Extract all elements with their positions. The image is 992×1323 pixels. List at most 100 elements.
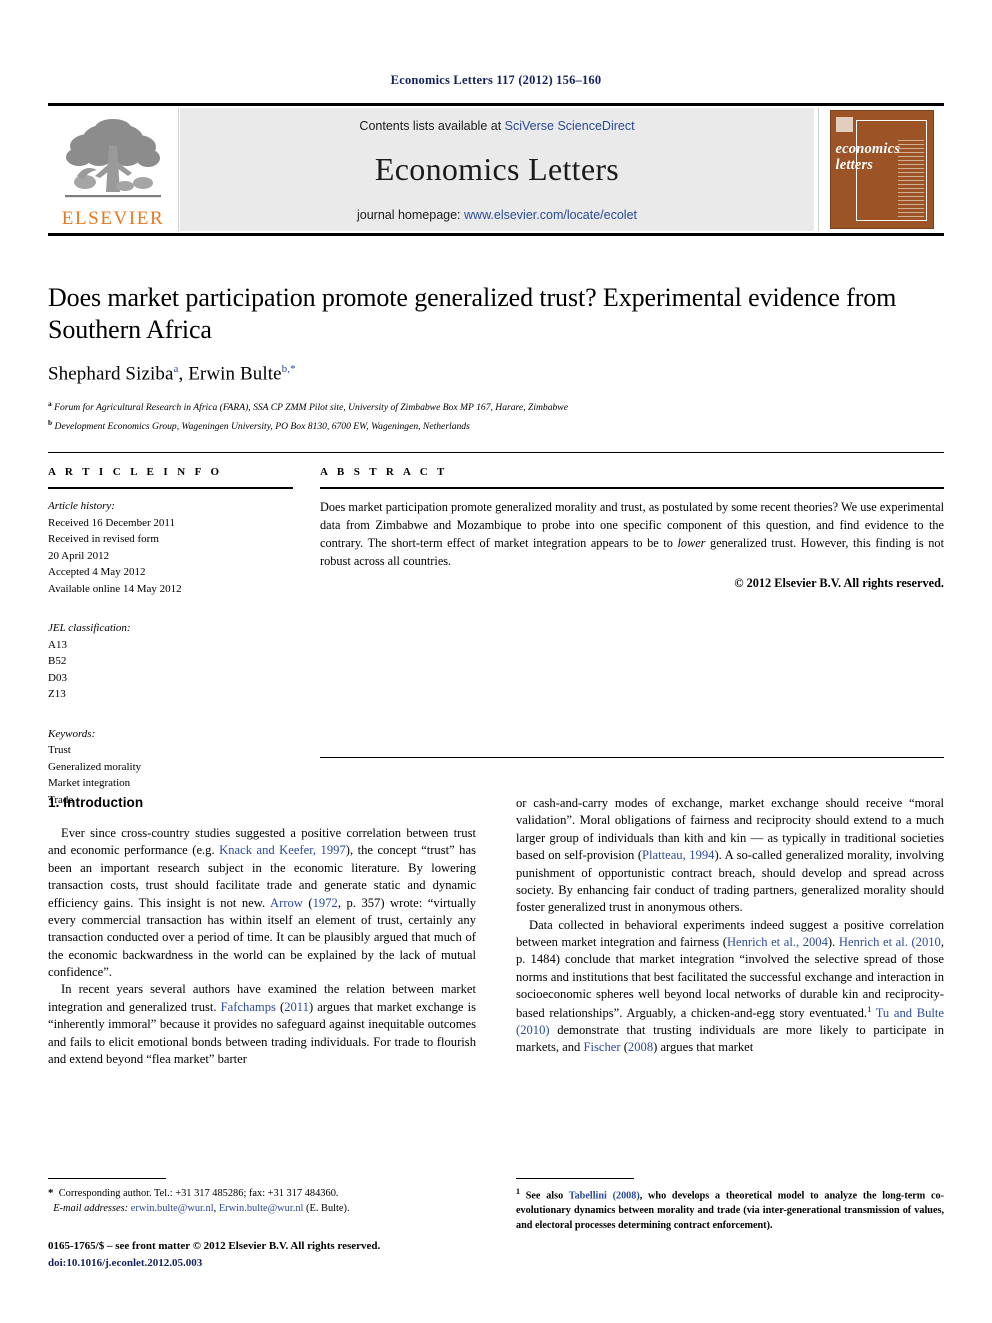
page-title: Does market participation promote genera… [48,283,897,344]
footnote-text: * Corresponding author. Tel.: +31 317 48… [48,1186,476,1217]
corresponding-author-text: Corresponding author. Tel.: +31 317 4852… [58,1188,339,1199]
footnote-1-text: 1 See also Tabellini (2008), who develop… [516,1186,944,1233]
journal-title: Economics Letters [374,150,620,187]
elsevier-tree-icon [65,119,161,198]
homepage-link[interactable]: www.elsevier.com/locate/ecolet [464,208,637,222]
imprint-block: 0165-1765/$ – see front matter © 2012 El… [48,1238,476,1271]
abstract-copyright: © 2012 Elsevier B.V. All rights reserved… [734,576,944,591]
jel-code: B52 [48,655,67,667]
text-segment: ). [827,935,839,949]
history-item: Accepted 4 May 2012 [48,566,146,578]
cover-publisher-badge [835,117,853,132]
article-info-heading: A R T I C L E I N F O [48,466,223,478]
article-info-rule [48,487,293,489]
text-segment: See also [520,1190,569,1202]
running-head: Economics Letters 117 (2012) 156–160 [390,73,602,87]
abstract-heading: A B S T R A C T [320,466,448,478]
email-suffix: (E. Bulte). [303,1202,350,1214]
affiliation-b-text: Development Economics Group, Wageningen … [54,421,470,433]
paragraph: or cash-and-carry modes of exchange, mar… [516,795,944,917]
cover-title: economics letters [835,141,922,173]
elsevier-logo: ELSEVIER [48,108,179,231]
jel-code: Z13 [48,688,66,700]
text-segment: ( [620,1040,628,1055]
citation-link[interactable]: Platteau, 1994 [642,848,714,862]
affiliation-a: a Forum for Agricultural Research in Afr… [48,398,944,416]
text-segment: ) argues that market [653,1040,754,1055]
history-item: Received 16 December 2011 [48,516,175,529]
masthead-center: Contents lists available at SciVerse Sci… [180,108,814,231]
citation-link[interactable]: 2008 [628,1040,653,1054]
jel-code: D03 [48,671,67,684]
homepage-prefix: journal homepage: [356,207,465,222]
corresponding-author-marker: * [48,1187,54,1199]
journal-homepage-line: journal homepage: www.elsevier.com/locat… [357,208,637,222]
masthead-top-rule [48,103,944,106]
author-1-name: Shephard Siziba [48,363,174,385]
citation-link[interactable]: 2011 [284,1000,309,1014]
citation-link[interactable]: Arrow [270,896,303,910]
info-panel-bottom-rule [320,757,944,758]
jel-label: JEL classification: [48,622,131,634]
email-addresses-label: E-mail addresses: [53,1202,129,1214]
paragraph: In recent years several authors have exa… [48,981,476,1068]
jel-code: A13 [48,638,67,651]
author-list: Shephard Sizibaa, Erwin Bulteb,* [48,362,296,385]
history-item: 20 April 2012 [48,549,110,562]
citation-link[interactable]: 1972 [313,896,338,910]
keyword-item: Market integration [48,777,131,789]
body-column-left: 1. Introduction Ever since cross-country… [48,795,476,1068]
article-history-label: Article history: [48,500,115,512]
contents-prefix: Contents lists available at [359,118,505,133]
elsevier-wordmark: ELSEVIER [61,208,165,229]
footnote-1-block: 1 See also Tabellini (2008), who develop… [516,1178,944,1233]
author-2-name: Erwin Bulte [188,363,282,385]
abstract-rule [320,487,944,489]
jel-classification: JEL classification: A13 B52 D03 Z13 [48,620,293,703]
citation-link[interactable]: Knack and Keefer, 1997 [219,843,346,857]
contents-available-line: Contents lists available at SciVerse Sci… [359,119,634,133]
cover-title-line2: letters [835,156,874,173]
doi-line[interactable]: doi:10.1016/j.econlet.2012.05.003 [48,1255,476,1272]
email-link-2[interactable]: Erwin.bulte@wur.nl [219,1203,304,1214]
journal-masthead: ELSEVIER Contents lists available at Sci… [48,103,944,236]
info-panel-top-rule [48,452,944,453]
masthead-bottom-rule [48,233,944,236]
affiliation-b-marker: b [48,417,53,427]
email-link-1[interactable]: erwin.bulte@wur.nl [131,1203,214,1214]
sciencedirect-link[interactable]: SciVerse ScienceDirect [505,119,635,133]
footnote-divider [516,1178,634,1179]
footnote-divider [48,1178,166,1179]
citation-link[interactable]: Henrich et al. (2010 [839,935,941,949]
journal-cover-thumbnail: economics letters [818,108,944,231]
corresponding-author-footnote: * Corresponding author. Tel.: +31 317 48… [48,1178,476,1217]
author-1-affiliation-marker[interactable]: a [174,363,179,375]
author-2-affiliation-marker[interactable]: b,* [282,363,296,375]
cover-art: economics letters [829,110,934,229]
citation-link[interactable]: Fischer [584,1040,621,1054]
keywords-label: Keywords: [48,727,96,740]
affiliation-a-text: Forum for Agricultural Research in Afric… [54,402,568,414]
article-history: Article history: Received 16 December 20… [48,498,293,597]
abstract-emphasis: lower [677,536,706,551]
section-heading-introduction: 1. Introduction [48,795,144,810]
citation-link[interactable]: Fafchamps [221,1000,276,1014]
title-block: Does market participation promote genera… [48,282,944,435]
affiliation-b: b Development Economics Group, Wageninge… [48,417,944,435]
text-segment: ( [275,999,285,1014]
paper-page: Economics Letters 117 (2012) 156–160 ELS… [0,0,992,1323]
history-item: Received in revised form [48,533,159,545]
paragraph: Data collected in behavioral experiments… [516,917,944,1057]
citation-link[interactable]: Tabellini (2008) [569,1190,640,1201]
citation-link[interactable]: Henrich et al., 2004 [727,935,828,949]
affiliations: a Forum for Agricultural Research in Afr… [48,398,944,434]
cover-title-line1: economics [835,141,901,157]
history-item: Available online 14 May 2012 [48,582,182,595]
abstract-column: A B S T R A C T Does market participatio… [320,466,944,591]
paragraph: Ever since cross-country studies suggest… [48,825,476,981]
issn-copyright-line: 0165-1765/$ – see front matter © 2012 El… [48,1240,381,1252]
keyword-item: Generalized morality [48,760,142,773]
text-segment: ( [302,895,313,910]
keyword-item: Trust [48,744,71,756]
abstract-text: Does market participation promote genera… [320,498,944,570]
